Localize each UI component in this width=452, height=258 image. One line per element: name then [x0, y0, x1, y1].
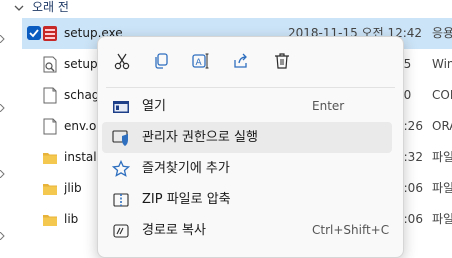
file-type: 파일: [432, 212, 452, 226]
file-type: 응용: [432, 26, 452, 40]
menu-item-label: 경로로 복사: [142, 223, 206, 238]
menu-separator: [106, 87, 395, 88]
menu-item-shortcut: Enter: [312, 99, 345, 113]
copy-icon[interactable]: [151, 51, 171, 71]
file-type: CON: [432, 88, 452, 102]
exe-setup-icon: [43, 26, 57, 41]
admin-shield-icon: [112, 130, 128, 146]
context-menu-toolbar: A: [98, 37, 403, 87]
menu-item-label: ZIP 파일로 압축: [142, 192, 231, 207]
rename-icon[interactable]: A: [190, 51, 210, 71]
expand-arrow-icon[interactable]: [0, 35, 5, 43]
folder-icon: [43, 184, 57, 195]
open-app-icon: [113, 101, 129, 113]
cut-icon[interactable]: [112, 51, 132, 71]
document-file-icon: [43, 87, 57, 104]
checkbox-checked-icon[interactable]: [27, 26, 41, 40]
folder-icon: [43, 153, 57, 164]
menu-item-add-favorite[interactable]: 즐겨찾기에 추가: [102, 153, 392, 184]
group-label: 오래 전: [32, 0, 69, 14]
delete-icon[interactable]: [272, 51, 292, 71]
svg-text:A: A: [196, 58, 203, 68]
file-type: ORA: [432, 119, 452, 133]
menu-item-label: 즐겨찾기에 추가: [142, 161, 230, 176]
expand-arrow-icon[interactable]: [0, 170, 5, 178]
menu-item-run-as-admin[interactable]: 관리자 권한으로 실행: [102, 122, 392, 153]
file-type: 파일: [432, 150, 452, 164]
expand-arrow-icon[interactable]: [0, 232, 5, 240]
file-type: 파일: [432, 181, 452, 195]
menu-item-shortcut: Ctrl+Shift+C: [312, 223, 390, 237]
document-file-icon: [43, 118, 57, 135]
group-header[interactable]: 오래 전: [0, 0, 452, 20]
chevron-down-icon[interactable]: [13, 2, 25, 14]
menu-item-compress-zip[interactable]: ZIP 파일로 압축: [102, 184, 392, 215]
share-icon[interactable]: [231, 51, 251, 71]
expand-arrow-icon[interactable]: [0, 104, 5, 112]
menu-item-copy-path[interactable]: 경로로 복사 Ctrl+Shift+C: [102, 215, 392, 246]
menu-item-label: 관리자 권한으로 실행: [142, 130, 258, 145]
file-type: Win: [432, 57, 452, 71]
star-icon: [112, 160, 130, 177]
folder-icon: [43, 215, 57, 226]
context-menu: A 열기 Enter 관리자 권한으로 실행 즐겨찾기에 추가 ZIP 파일로 …: [97, 36, 404, 258]
zip-archive-icon: [113, 193, 129, 207]
config-file-icon: [43, 56, 57, 73]
copy-path-icon: [113, 224, 129, 238]
menu-item-label: 열기: [142, 99, 166, 114]
menu-item-open[interactable]: 열기 Enter: [102, 91, 392, 122]
